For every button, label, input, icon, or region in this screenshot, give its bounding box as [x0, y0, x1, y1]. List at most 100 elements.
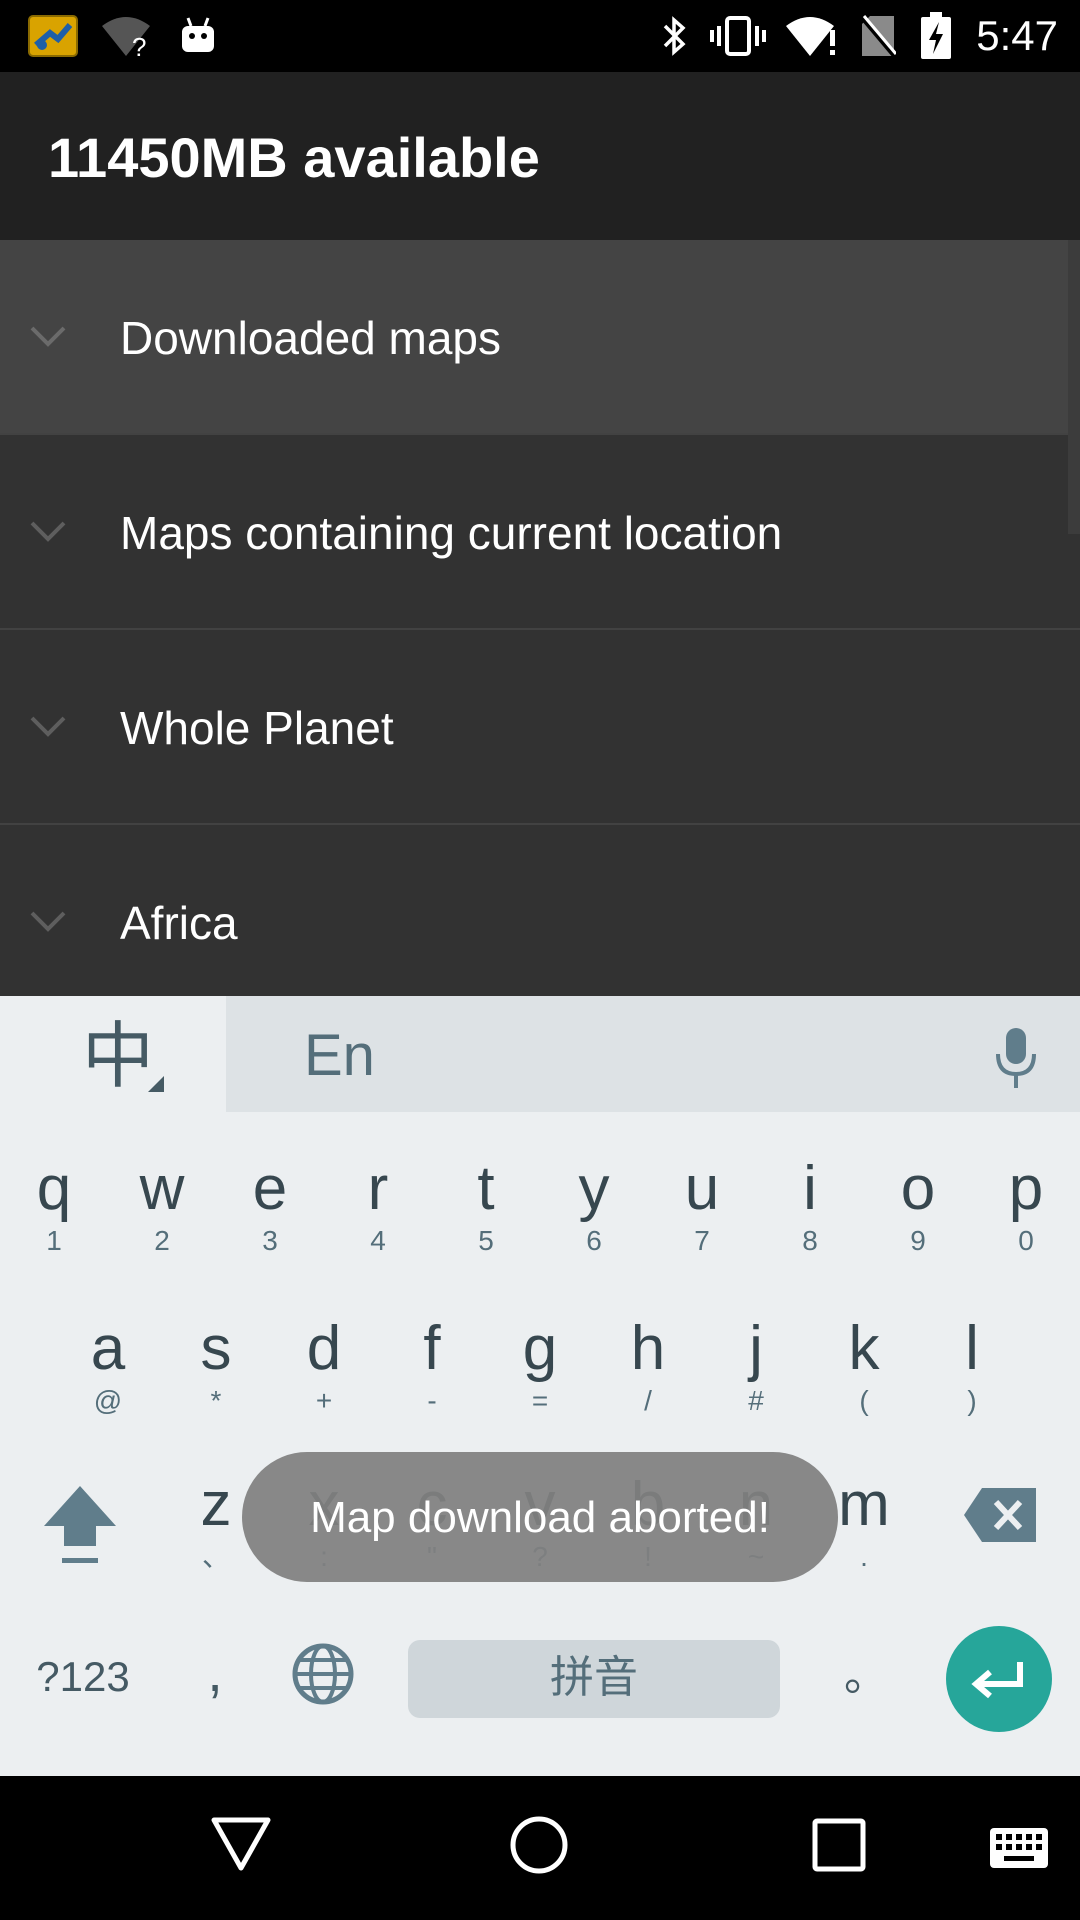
key-p[interactable]: p0 [972, 1146, 1080, 1296]
key-char: p [1008, 1154, 1044, 1223]
key-u[interactable]: u7 [648, 1146, 756, 1296]
navigation-bar [0, 1776, 1080, 1920]
key-alt: 1 [46, 1225, 62, 1256]
key-char: a [90, 1314, 126, 1383]
key-alt: 3 [262, 1225, 278, 1256]
key-char: k [848, 1314, 880, 1383]
language-label: 中 [82, 1014, 155, 1098]
key-h[interactable]: h / [594, 1306, 702, 1456]
key-alt: 4 [370, 1225, 386, 1256]
language-switch-button[interactable]: 中 [0, 996, 226, 1114]
recents-icon[interactable] [812, 1818, 866, 1872]
key-char: r [367, 1154, 389, 1223]
key-alt: - [427, 1385, 437, 1416]
key-alt: / [644, 1385, 652, 1416]
symbols-key[interactable]: ?123 [18, 1642, 148, 1712]
list-item-label: Downloaded maps [120, 312, 502, 364]
language-globe-key[interactable] [290, 1642, 356, 1708]
enter-key[interactable] [946, 1626, 1052, 1732]
period-key[interactable]: 。 [826, 1636, 906, 1716]
list-item-current-location[interactable]: Maps containing current location [0, 435, 1080, 630]
key-char: g [522, 1314, 558, 1383]
list-item-label: Africa [120, 897, 238, 949]
key-y[interactable]: y6 [540, 1146, 648, 1296]
list-item-downloaded-maps[interactable]: Downloaded maps [0, 240, 1080, 435]
chevron-down-icon [30, 521, 66, 542]
scrollbar-thumb[interactable] [1068, 240, 1080, 534]
no-sim-icon [858, 12, 898, 60]
shift-key[interactable] [30, 1482, 130, 1572]
key-char: l [965, 1314, 979, 1383]
key-i[interactable]: i8 [756, 1146, 864, 1296]
svg-text:?: ? [132, 32, 146, 58]
key-char: f [423, 1314, 441, 1383]
key-alt: = [531, 1385, 549, 1416]
key-alt: 7 [694, 1225, 710, 1256]
key-alt: + [315, 1385, 333, 1416]
list-item-whole-planet[interactable]: Whole Planet [0, 630, 1080, 825]
key-j[interactable]: j # [702, 1306, 810, 1456]
page-title: 11450MB available [48, 126, 540, 189]
app-notification-icon [26, 12, 80, 60]
key-a[interactable]: a @ [54, 1306, 162, 1456]
key-alt: 8 [802, 1225, 818, 1256]
key-alt: @ [93, 1385, 123, 1416]
comma-key[interactable]: , [180, 1632, 250, 1712]
key-f[interactable]: f- [378, 1306, 486, 1456]
key-o[interactable]: o9 [864, 1146, 972, 1296]
key-char: q [36, 1154, 72, 1223]
key-char: w [139, 1154, 185, 1223]
android-debug-icon [176, 12, 220, 60]
enter-arrow-icon [971, 1662, 1023, 1699]
key-char: e [252, 1154, 288, 1223]
key-alt: * [210, 1385, 222, 1416]
wifi-unknown-icon: ? [100, 12, 152, 60]
key-d[interactable]: d + [270, 1306, 378, 1456]
key-char: h [630, 1314, 666, 1383]
key-e[interactable]: e3 [216, 1146, 324, 1296]
key-alt: 6 [586, 1225, 602, 1256]
space-key[interactable]: 拼音 [408, 1640, 780, 1718]
key-q[interactable]: q1 [0, 1146, 108, 1296]
key-alt: 9 [910, 1225, 926, 1256]
keyboard-switch-icon[interactable] [988, 1826, 1050, 1870]
key-alt: ) [967, 1385, 977, 1416]
key-s[interactable]: s * [162, 1306, 270, 1456]
key-alt: 0 [1018, 1225, 1034, 1256]
toast-text: Map download aborted! [310, 1493, 770, 1542]
microphone-icon[interactable] [992, 1026, 1040, 1090]
key-char: s [200, 1314, 232, 1383]
key-g[interactable]: g = [486, 1306, 594, 1456]
space-key-label: 拼音 [550, 1652, 638, 1703]
battery-charging-icon [918, 12, 954, 60]
back-icon[interactable] [210, 1816, 272, 1872]
key-char: j [749, 1314, 763, 1383]
key-l[interactable]: l) [918, 1306, 1026, 1456]
backspace-key[interactable] [960, 1486, 1040, 1556]
shift-arrow-icon [44, 1486, 116, 1563]
vibrate-icon [710, 12, 766, 60]
key-t[interactable]: t5 [432, 1146, 540, 1296]
key-w[interactable]: w2 [108, 1146, 216, 1296]
key-r[interactable]: r4 [324, 1146, 432, 1296]
map-group-list: Downloaded maps Maps containing current … [0, 240, 1080, 996]
list-item-label: Whole Planet [120, 702, 394, 754]
candidate-word[interactable]: En [304, 1024, 375, 1088]
home-icon[interactable] [508, 1814, 570, 1876]
wifi-alert-icon [784, 12, 840, 60]
key-char: d [306, 1314, 342, 1383]
key-char: u [684, 1154, 720, 1223]
globe-icon [292, 1643, 354, 1705]
app-bar: 11450MB available [0, 72, 1080, 240]
key-k[interactable]: k( [810, 1306, 918, 1456]
chevron-down-icon [30, 716, 66, 737]
toast-message: Map download aborted! [242, 1452, 838, 1582]
key-alt: 2 [154, 1225, 170, 1256]
key-alt: ( [859, 1385, 869, 1416]
key-alt: 5 [478, 1225, 494, 1256]
status-bar: ? 5:47 [0, 0, 1080, 72]
list-item-africa[interactable]: Africa [0, 825, 1080, 996]
clock-time: 5:47 [976, 12, 1058, 59]
key-char: o [900, 1154, 936, 1223]
corner-triangle-icon [148, 1076, 164, 1092]
